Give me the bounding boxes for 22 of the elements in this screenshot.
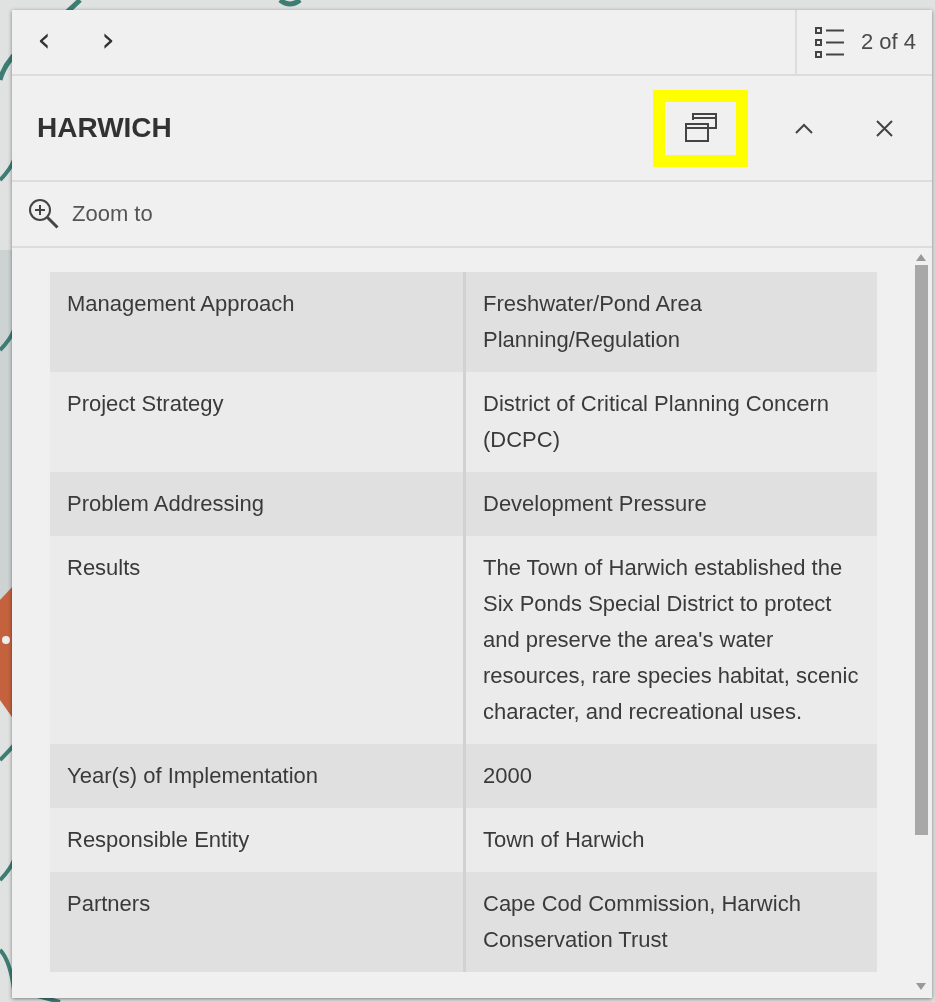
field-value: District of Critical Planning Concern (DCPC): [464, 372, 877, 472]
scrollbar-thumb[interactable]: [914, 265, 928, 835]
field-name: Partners: [50, 872, 465, 972]
previous-button[interactable]: ‹: [12, 10, 76, 74]
close-icon: [875, 119, 893, 137]
scroll-down-icon: [916, 983, 926, 990]
dock-button[interactable]: [653, 89, 748, 167]
feature-list-button[interactable]: 2 of 4: [794, 10, 932, 74]
field-value: Cape Cod Commission, Harwich Conservation Trust: [464, 872, 877, 972]
zoom-to-button[interactable]: Zoom to: [28, 198, 153, 230]
list-icon: [814, 26, 845, 58]
zoom-in-icon: [28, 198, 60, 230]
popup-title: HARWICH: [37, 112, 173, 144]
next-button[interactable]: ›: [76, 10, 140, 74]
field-value: Freshwater/Pond Area Planning/Regulation: [464, 272, 877, 372]
field-value: 2000: [464, 744, 877, 808]
field-value: Development Pressure: [464, 472, 877, 536]
scroll-up-icon: [916, 254, 926, 261]
field-value: Town of Harwich: [464, 808, 877, 872]
field-value: The Town of Harwich established the Six Ponds Special District to protect and preserve the area's water resources, rare species habitat, scenic character, and recreational uses.: [464, 536, 877, 744]
chevron-up-icon: [795, 122, 813, 134]
dock-icon: [683, 112, 718, 144]
